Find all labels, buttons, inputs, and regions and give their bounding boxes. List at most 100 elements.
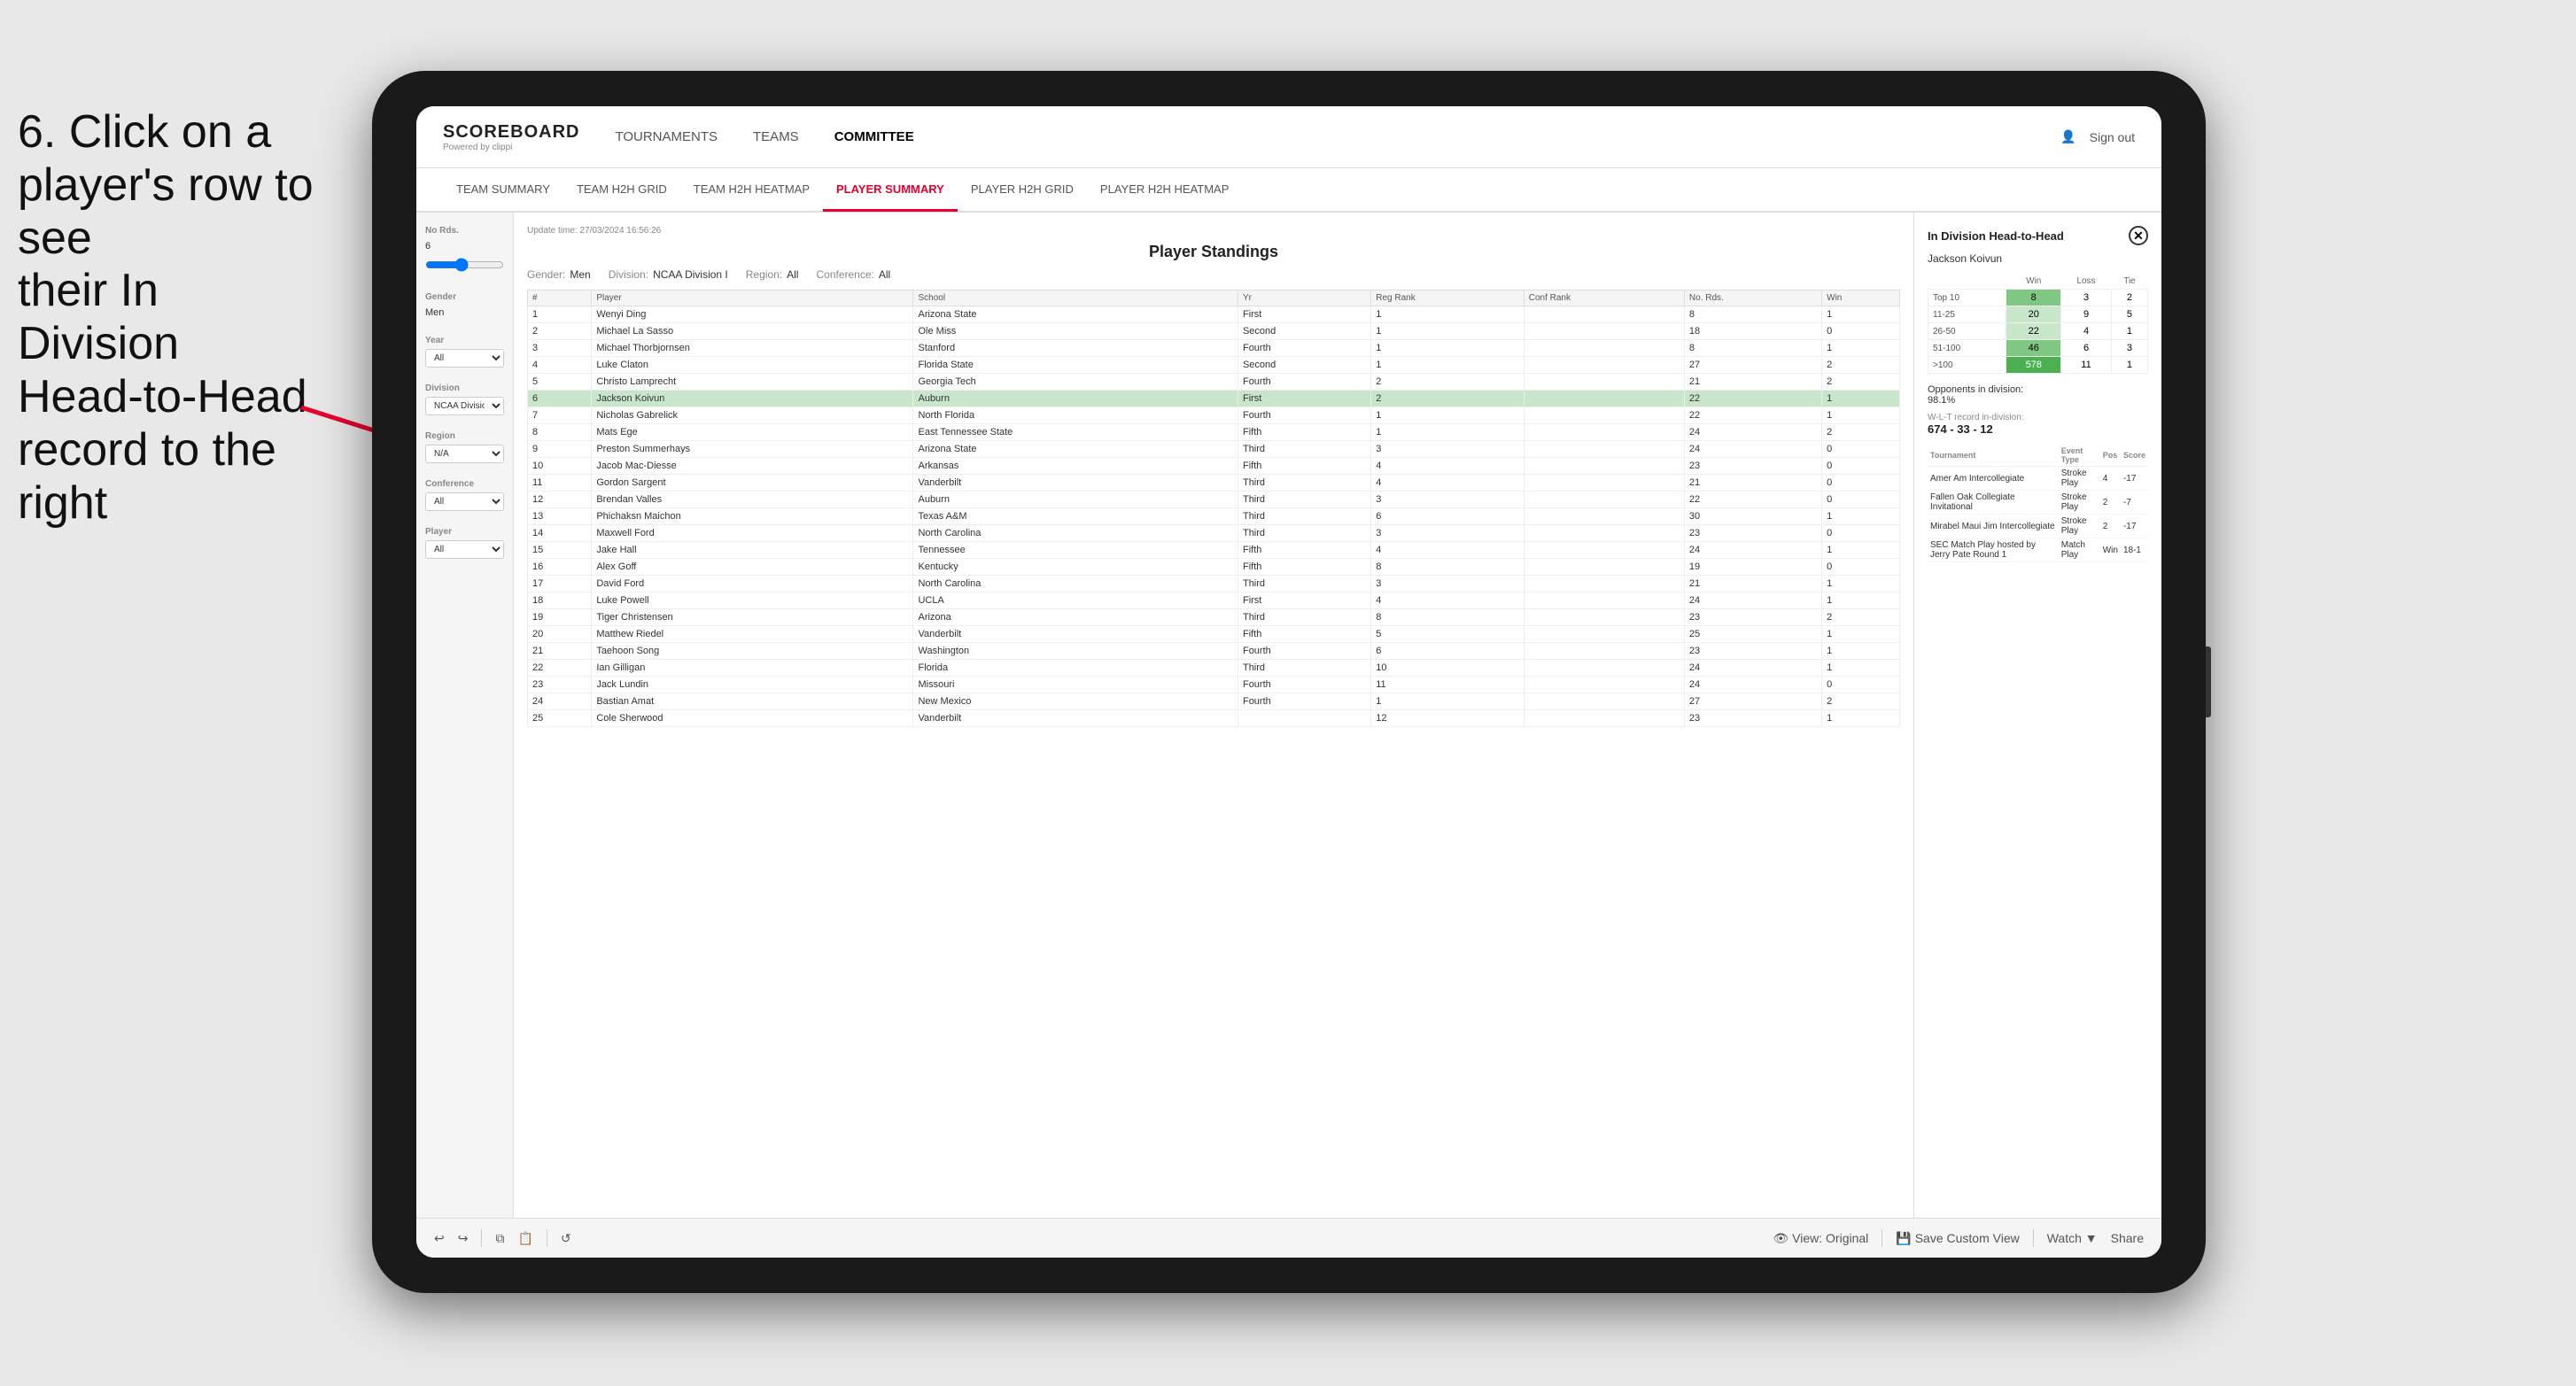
h2h-win-cell: 8 xyxy=(2006,290,2061,306)
tab-player-summary[interactable]: PLAYER SUMMARY xyxy=(823,169,958,212)
cell-conf xyxy=(1524,340,1684,357)
cell-yr: Fifth xyxy=(1238,626,1370,643)
tourn-col-pos: Pos xyxy=(2100,445,2121,467)
table-row[interactable]: 16 Alex Goff Kentucky Fifth 8 19 0 xyxy=(528,559,1900,576)
cell-rds: 24 xyxy=(1684,542,1821,559)
cell-num: 24 xyxy=(528,693,592,710)
tab-team-h2h-heatmap[interactable]: TEAM H2H HEATMAP xyxy=(680,169,823,212)
table-row[interactable]: 14 Maxwell Ford North Carolina Third 3 2… xyxy=(528,525,1900,542)
refresh-button[interactable]: ↺ xyxy=(561,1231,571,1246)
no-rds-value: 6 xyxy=(425,239,504,253)
nav-committee[interactable]: COMMITTEE xyxy=(834,125,914,149)
cell-conf xyxy=(1524,626,1684,643)
player-select[interactable]: All xyxy=(425,540,504,559)
undo-button[interactable]: ↩ xyxy=(434,1231,445,1246)
tab-team-h2h-grid[interactable]: TEAM H2H GRID xyxy=(563,169,680,212)
cell-school: Arizona xyxy=(913,609,1238,626)
cell-win: 2 xyxy=(1822,374,1900,391)
bottom-toolbar: ↩ ↪ ⧉ 📋 ↺ 👁 View: Original 💾 Save Custom… xyxy=(416,1218,2161,1258)
filter-region: Region: All xyxy=(746,268,799,281)
sidebar-region: Region N/A xyxy=(425,431,504,463)
conference-select[interactable]: All xyxy=(425,492,504,511)
table-row[interactable]: 24 Bastian Amat New Mexico Fourth 1 27 2 xyxy=(528,693,1900,710)
cell-player: Tiger Christensen xyxy=(592,609,913,626)
redo-button[interactable]: ↪ xyxy=(458,1231,469,1246)
watch-button[interactable]: Watch ▼ xyxy=(2047,1231,2098,1245)
h2h-win-cell: 46 xyxy=(2006,340,2061,357)
table-row[interactable]: 9 Preston Summerhays Arizona State Third… xyxy=(528,441,1900,458)
tab-team-summary[interactable]: TEAM SUMMARY xyxy=(443,169,563,212)
tourn-score: -17 xyxy=(2121,515,2148,538)
table-row[interactable]: 1 Wenyi Ding Arizona State First 1 8 1 xyxy=(528,306,1900,323)
table-row[interactable]: 4 Luke Claton Florida State Second 1 27 … xyxy=(528,357,1900,374)
table-row[interactable]: 12 Brendan Valles Auburn Third 3 22 0 xyxy=(528,492,1900,508)
region-select[interactable]: N/A xyxy=(425,445,504,463)
table-row[interactable]: 17 David Ford North Carolina Third 3 21 … xyxy=(528,576,1900,592)
cell-yr: Fourth xyxy=(1238,340,1370,357)
table-row[interactable]: 3 Michael Thorbjornsen Stanford Fourth 1… xyxy=(528,340,1900,357)
h2h-close-button[interactable]: ✕ xyxy=(2129,226,2148,245)
cell-win: 1 xyxy=(1822,407,1900,424)
sidebar-player: Player All xyxy=(425,527,504,559)
cell-reg: 1 xyxy=(1371,693,1525,710)
division-select[interactable]: NCAA Division I xyxy=(425,397,504,415)
tab-player-h2h-heatmap[interactable]: PLAYER H2H HEATMAP xyxy=(1087,169,1242,212)
cell-school: North Carolina xyxy=(913,576,1238,592)
save-custom-view-button[interactable]: 💾 Save Custom View xyxy=(1896,1231,2019,1246)
copy-button[interactable]: ⧉ xyxy=(495,1231,504,1246)
table-row[interactable]: 18 Luke Powell UCLA First 4 24 1 xyxy=(528,592,1900,609)
cell-num: 22 xyxy=(528,660,592,677)
cell-rds: 18 xyxy=(1684,323,1821,340)
tourn-col-score: Score xyxy=(2121,445,2148,467)
sidebar-year: Year All xyxy=(425,336,504,368)
h2h-tie-cell: 1 xyxy=(2111,357,2147,374)
wlt-record: W-L-T record in-division: 674 - 33 - 12 xyxy=(1928,413,2148,436)
table-row[interactable]: 25 Cole Sherwood Vanderbilt 12 23 1 xyxy=(528,710,1900,727)
cell-rds: 21 xyxy=(1684,374,1821,391)
cell-school: Florida State xyxy=(913,357,1238,374)
cell-win: 0 xyxy=(1822,525,1900,542)
h2h-loss-cell: 6 xyxy=(2061,340,2112,357)
tablet-screen: SCOREBOARD Powered by clippi TOURNAMENTS… xyxy=(416,106,2161,1258)
cell-rds: 23 xyxy=(1684,710,1821,727)
tourn-pos: 2 xyxy=(2100,491,2121,515)
tournament-row: Fallen Oak Collegiate Invitational Strok… xyxy=(1928,491,2148,515)
paste-button[interactable]: 📋 xyxy=(517,1231,532,1246)
sign-out-button[interactable]: Sign out xyxy=(2090,130,2135,144)
table-row[interactable]: 22 Ian Gilligan Florida Third 10 24 1 xyxy=(528,660,1900,677)
tourn-score: -17 xyxy=(2121,467,2148,491)
table-row[interactable]: 21 Taehoon Song Washington Fourth 6 23 1 xyxy=(528,643,1900,660)
nav-tournaments[interactable]: TOURNAMENTS xyxy=(615,125,718,149)
table-row[interactable]: 19 Tiger Christensen Arizona Third 8 23 … xyxy=(528,609,1900,626)
cell-conf xyxy=(1524,559,1684,576)
tourn-score: -7 xyxy=(2121,491,2148,515)
cell-num: 16 xyxy=(528,559,592,576)
year-label: Year xyxy=(425,336,504,345)
cell-reg: 1 xyxy=(1371,306,1525,323)
table-row[interactable]: 7 Nicholas Gabrelick North Florida Fourt… xyxy=(528,407,1900,424)
cell-player: Gordon Sargent xyxy=(592,475,913,492)
table-row[interactable]: 8 Mats Ege East Tennessee State Fifth 1 … xyxy=(528,424,1900,441)
table-row[interactable]: 15 Jake Hall Tennessee Fifth 4 24 1 xyxy=(528,542,1900,559)
table-row[interactable]: 11 Gordon Sargent Vanderbilt Third 4 21 … xyxy=(528,475,1900,492)
cell-rds: 24 xyxy=(1684,424,1821,441)
tablet-side-button xyxy=(2206,647,2211,717)
view-original-button[interactable]: 👁 View: Original xyxy=(1773,1231,1868,1246)
table-row[interactable]: 2 Michael La Sasso Ole Miss Second 1 18 … xyxy=(528,323,1900,340)
cell-conf xyxy=(1524,391,1684,407)
table-row[interactable]: 13 Phichaksn Maichon Texas A&M Third 6 3… xyxy=(528,508,1900,525)
tab-player-h2h-grid[interactable]: PLAYER H2H GRID xyxy=(958,169,1087,212)
cell-rds: 24 xyxy=(1684,660,1821,677)
table-row[interactable]: 5 Christo Lamprecht Georgia Tech Fourth … xyxy=(528,374,1900,391)
year-select[interactable]: All xyxy=(425,349,504,368)
panel-header: Update time: 27/03/2024 16:56:26 Player … xyxy=(527,226,1900,281)
no-rds-slider[interactable] xyxy=(425,258,504,272)
table-row[interactable]: 23 Jack Lundin Missouri Fourth 11 24 0 xyxy=(528,677,1900,693)
table-row[interactable]: 6 Jackson Koivun Auburn First 2 22 1 xyxy=(528,391,1900,407)
table-row[interactable]: 20 Matthew Riedel Vanderbilt Fifth 5 25 … xyxy=(528,626,1900,643)
cell-conf xyxy=(1524,458,1684,475)
share-button[interactable]: Share xyxy=(2111,1231,2144,1245)
cell-school: UCLA xyxy=(913,592,1238,609)
nav-teams[interactable]: TEAMS xyxy=(753,125,799,149)
table-row[interactable]: 10 Jacob Mac-Diesse Arkansas Fifth 4 23 … xyxy=(528,458,1900,475)
